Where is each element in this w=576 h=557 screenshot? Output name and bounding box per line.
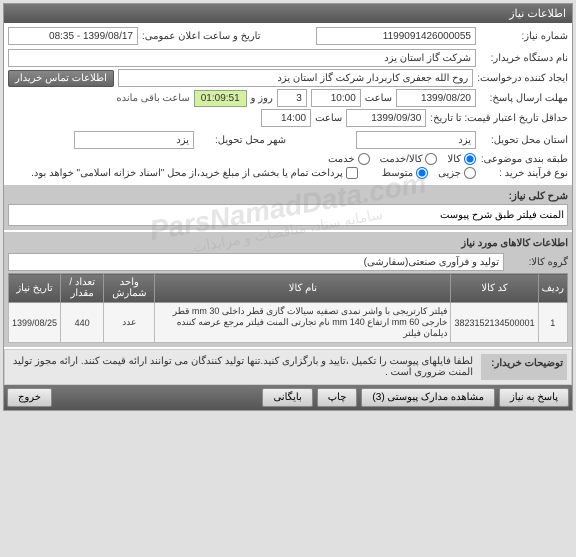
contact-info-button[interactable]: اطلاعات تماس خریدار	[8, 70, 114, 87]
countdown-timer: 01:09:51	[194, 90, 247, 107]
footer-toolbar: پاسخ به نیاز مشاهده مدارک پیوستی (3) چاپ…	[4, 385, 572, 410]
province-label: استان محل تحویل:	[480, 135, 568, 146]
td-date: 1399/08/25	[9, 303, 61, 343]
td-unit: عدد	[104, 303, 155, 343]
category-kala-service[interactable]: کالا/خدمت	[380, 153, 438, 165]
buyer-notes-content: لطفا فایلهای پیوست را تکمیل ،تایید و بار…	[9, 354, 475, 380]
td-qty: 440	[61, 303, 104, 343]
days-label: روز و	[251, 93, 273, 104]
respond-button[interactable]: پاسخ به نیاز	[499, 388, 569, 407]
validity-time: 14:00	[261, 109, 311, 127]
buyer-label: نام دستگاه خریدار:	[480, 53, 568, 64]
attachments-button[interactable]: مشاهده مدارک پیوستی (3)	[361, 388, 495, 407]
need-desc-title: شرح کلی نیاز:	[8, 189, 568, 204]
category-label: طبقه بندی موضوعی:	[480, 154, 568, 165]
announce-value: 1399/08/17 - 08:35	[8, 27, 138, 45]
category-service-radio[interactable]	[358, 153, 370, 165]
time-label-2: ساعت	[315, 113, 342, 124]
deadline-time: 10:00	[311, 89, 361, 107]
save-button[interactable]: بایگانی	[262, 388, 312, 407]
th-unit: واحد شمارش	[104, 274, 155, 303]
category-kala-radio[interactable]	[464, 153, 476, 165]
pt-medium[interactable]: متوسط	[382, 167, 428, 179]
purchase-type-group: جزیی متوسط	[382, 167, 476, 179]
creator-label: ایجاد کننده درخواست:	[477, 73, 568, 84]
buyer-value: شرکت گاز استان یزد	[8, 49, 476, 67]
need-number-value: 1199091426000055	[316, 27, 476, 45]
validity-date: 1399/09/30	[346, 109, 426, 127]
province-value: یزد	[356, 131, 476, 149]
goods-info-title: اطلاعات کالاهای مورد نیاز	[8, 236, 568, 251]
days-value: 3	[277, 89, 307, 107]
td-name: فیلتر کارتریجی با واشر نمدی تصفیه سیالات…	[155, 303, 451, 343]
need-desc-input[interactable]	[8, 204, 568, 226]
validity-label: حداقل تاریخ اعتبار قیمت: تا تاریخ:	[430, 113, 568, 124]
th-row: ردیف	[538, 274, 567, 303]
treasury-checkbox[interactable]	[346, 167, 358, 179]
treasury-checkbox-item[interactable]: پرداخت تمام یا بخشی از مبلغ خرید،از محل …	[31, 167, 358, 179]
th-code: کد کالا	[451, 274, 538, 303]
goods-group-label: گروه کالا:	[508, 257, 568, 268]
category-radio-group: کالا کالا/خدمت خدمت	[328, 153, 476, 165]
need-number-label: شماره نیاز:	[480, 31, 568, 42]
goods-table: ردیف کد کالا نام کالا واحد شمارش تعداد /…	[8, 273, 568, 343]
pt-small[interactable]: جزیی	[438, 167, 476, 179]
creator-value: روح الله جعفری کاربردار شرکت گاز استان ی…	[118, 69, 473, 87]
exit-button[interactable]: خروج	[7, 388, 52, 407]
th-name: نام کالا	[155, 274, 451, 303]
th-date: تاریخ نیاز	[9, 274, 61, 303]
pt-small-radio[interactable]	[464, 167, 476, 179]
category-kala-service-radio[interactable]	[425, 153, 437, 165]
city-value: یزد	[74, 131, 194, 149]
deadline-date: 1399/08/20	[396, 89, 476, 107]
goods-group-value: تولید و فرآوری صنعتی(سفارشی)	[8, 253, 504, 271]
th-qty: تعداد / مقدار	[61, 274, 104, 303]
td-code: 3823152134500001	[451, 303, 538, 343]
print-button[interactable]: چاپ	[317, 388, 358, 407]
panel-title: اطلاعات نیاز	[4, 4, 572, 23]
deadline-label: مهلت ارسال پاسخ:	[480, 93, 568, 104]
time-label-1: ساعت	[365, 93, 392, 104]
purchase-type-label: نوع فرآیند خرید :	[480, 168, 568, 179]
buyer-notes-label: توضیحات خریدار:	[481, 354, 567, 380]
announce-label: تاریخ و ساعت اعلان عمومی:	[142, 31, 261, 42]
pt-medium-radio[interactable]	[416, 167, 428, 179]
city-label: شهر محل تحویل:	[198, 135, 286, 146]
category-kala[interactable]: کالا	[447, 153, 476, 165]
td-row: 1	[538, 303, 567, 343]
category-service[interactable]: خدمت	[328, 153, 370, 165]
remaining-label: ساعت باقی مانده	[116, 93, 189, 104]
table-row[interactable]: 1 3823152134500001 فیلتر کارتریجی با واش…	[9, 303, 568, 343]
